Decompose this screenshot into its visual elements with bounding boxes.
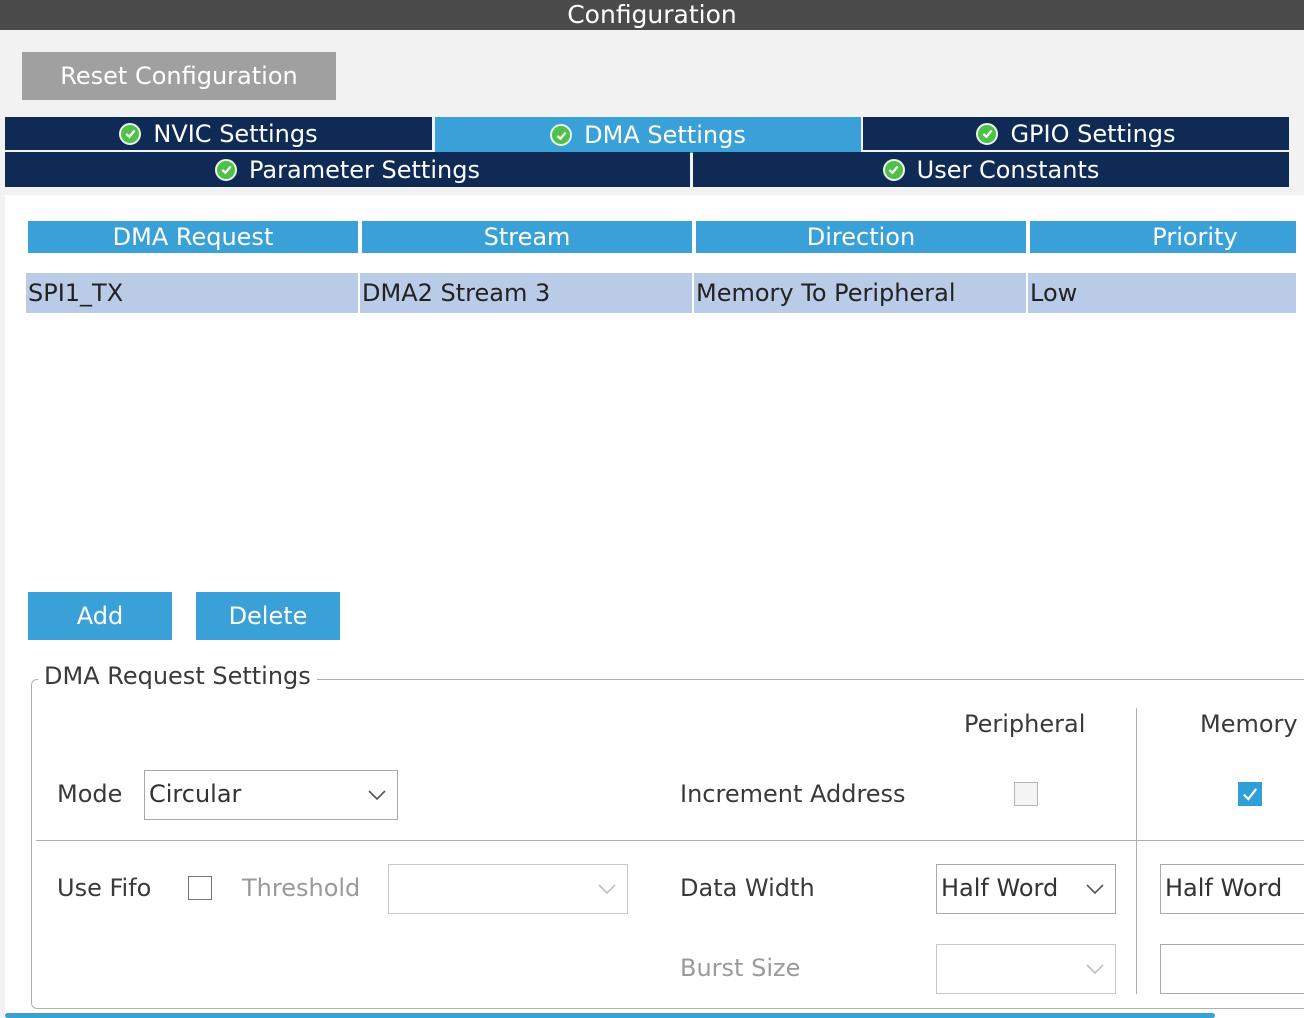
column-header-priority[interactable]: Priority	[1030, 221, 1296, 253]
mode-select[interactable]: Circular	[144, 770, 398, 820]
checkmark-icon	[1243, 788, 1258, 801]
tab-user-constants[interactable]: User Constants	[693, 152, 1289, 187]
use-fifo-checkbox[interactable]	[188, 876, 212, 900]
tab-parameter-settings[interactable]: Parameter Settings	[5, 152, 690, 187]
check-circle-icon	[976, 122, 999, 145]
memory-increment-checkbox[interactable]	[1238, 782, 1262, 806]
row-divider	[36, 840, 1304, 841]
table-row[interactable]: SPI1_TX DMA2 Stream 3 Memory To Peripher…	[26, 273, 1296, 313]
chevron-down-icon	[368, 790, 386, 801]
horizontal-scrollbar[interactable]	[5, 1013, 1215, 1018]
cell-dma-request: SPI1_TX	[26, 273, 358, 313]
tab-label: DMA Settings	[584, 121, 746, 149]
check-circle-icon	[215, 158, 238, 181]
chevron-down-icon	[598, 884, 616, 895]
memory-header: Memory	[1200, 710, 1298, 738]
group-title: DMA Request Settings	[38, 662, 317, 690]
increment-address-label: Increment Address	[680, 780, 906, 808]
chevron-down-icon	[1086, 884, 1104, 895]
tab-gpio-settings[interactable]: GPIO Settings	[863, 117, 1289, 150]
column-header-direction[interactable]: Direction	[696, 221, 1026, 253]
cell-priority: Low	[1028, 273, 1296, 313]
cell-stream: DMA2 Stream 3	[360, 273, 692, 313]
peripheral-header: Peripheral	[964, 710, 1086, 738]
check-circle-icon	[119, 122, 142, 145]
add-button[interactable]: Add	[28, 592, 172, 640]
tab-label: Parameter Settings	[249, 155, 480, 184]
burst-size-label: Burst Size	[680, 954, 801, 982]
memory-data-width-value: Half Word	[1165, 874, 1283, 902]
check-circle-icon	[550, 124, 573, 146]
column-header-dma-request[interactable]: DMA Request	[28, 221, 358, 253]
peripheral-data-width-select[interactable]: Half Word	[936, 864, 1116, 914]
mode-value: Circular	[149, 780, 242, 808]
data-width-label: Data Width	[680, 874, 815, 902]
delete-button[interactable]: Delete	[196, 592, 340, 640]
tab-dma-settings[interactable]: DMA Settings	[435, 117, 861, 153]
chevron-down-icon	[1086, 964, 1104, 975]
peripheral-burst-size-select[interactable]	[936, 944, 1116, 994]
tab-label: User Constants	[916, 155, 1100, 184]
peripheral-data-width-value: Half Word	[941, 874, 1059, 902]
tab-label: NVIC Settings	[153, 119, 318, 148]
window-title: Configuration	[0, 0, 1304, 30]
column-divider	[1136, 708, 1137, 994]
memory-data-width-select[interactable]: Half Word	[1160, 864, 1304, 914]
mode-label: Mode	[57, 780, 123, 808]
cell-direction: Memory To Peripheral	[694, 273, 1026, 313]
column-header-stream[interactable]: Stream	[362, 221, 692, 253]
reset-configuration-button[interactable]: Reset Configuration	[22, 52, 336, 100]
check-circle-icon	[882, 158, 905, 181]
threshold-select[interactable]	[388, 864, 628, 914]
tab-label: GPIO Settings	[1010, 119, 1176, 148]
use-fifo-label: Use Fifo	[57, 874, 152, 902]
memory-burst-size-select[interactable]	[1160, 944, 1304, 994]
peripheral-increment-checkbox[interactable]	[1014, 782, 1038, 806]
tab-nvic-settings[interactable]: NVIC Settings	[5, 117, 432, 150]
threshold-label: Threshold	[242, 874, 361, 902]
